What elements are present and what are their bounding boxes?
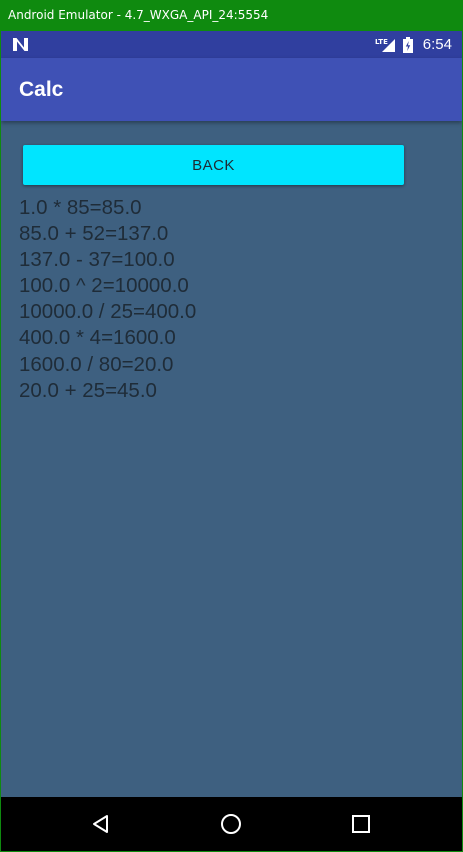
- lte-label: LTE: [375, 38, 388, 46]
- history-item: 1.0 * 85=85.0: [19, 196, 142, 219]
- nav-recents-button[interactable]: [331, 797, 391, 851]
- app-bar: Calc: [1, 58, 462, 121]
- history-item: 10000.0 / 25=400.0: [19, 300, 197, 324]
- nav-home-button[interactable]: [201, 797, 261, 851]
- history-item: 85.0 + 52=137.0: [19, 222, 169, 246]
- history-item: 100.0 ^ 2=10000.0: [19, 274, 189, 298]
- back-button[interactable]: BACK: [23, 145, 404, 185]
- emulator-window-title: Android Emulator - 4.7_WXGA_API_24:5554: [0, 0, 463, 31]
- main-content: BACK 1.0 * 85=85.0 85.0 + 52=137.0 137.0…: [1, 121, 462, 797]
- nav-back-button[interactable]: [71, 797, 131, 851]
- history-item: 137.0 - 37=100.0: [19, 248, 175, 272]
- battery-charging-icon: [402, 36, 413, 53]
- calculation-history-list: 1.0 * 85=85.0 85.0 + 52=137.0 137.0 - 37…: [19, 195, 196, 404]
- history-item: 20.0 + 25=45.0: [19, 378, 157, 402]
- device-screen: LTE 6:54 Calc BACK 1.0 * 85=85.0 85.0 + …: [1, 31, 462, 851]
- status-clock: 6:54: [422, 36, 452, 53]
- history-item: 400.0 * 4=1600.0: [19, 326, 176, 350]
- circle-home-icon: [221, 814, 241, 834]
- lte-signal-icon: LTE: [375, 37, 397, 53]
- n-letter-icon: [13, 38, 28, 51]
- navigation-bar: [1, 797, 462, 851]
- triangle-back-icon: [93, 815, 108, 833]
- status-indicators: LTE 6:54: [375, 31, 452, 58]
- app-title: Calc: [19, 78, 64, 101]
- history-item: 1600.0 / 80=20.0: [19, 352, 174, 376]
- square-recents-icon: [352, 815, 370, 833]
- status-bar: LTE 6:54: [1, 31, 462, 58]
